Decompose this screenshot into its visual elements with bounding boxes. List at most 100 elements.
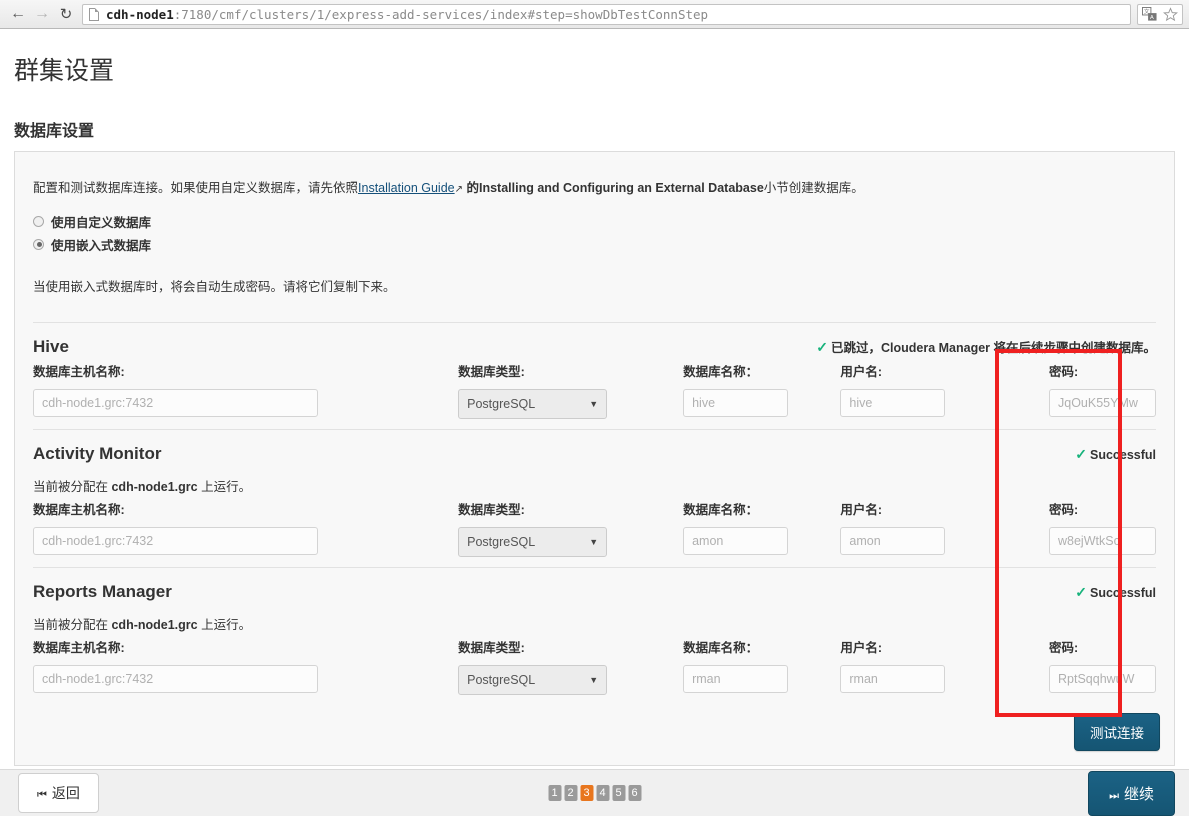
- assignment-text: 当前被分配在 cdh-node1.grc 上运行。: [33, 476, 1156, 495]
- chevron-down-icon: ▼: [589, 536, 599, 547]
- field-username: 用户名:: [840, 361, 946, 417]
- password-input[interactable]: [1049, 388, 1156, 417]
- test-connection-button[interactable]: 测试连接: [1074, 713, 1160, 751]
- step-backward-icon: ⏮: [37, 789, 47, 801]
- db-type-select[interactable]: PostgreSQL ▼: [458, 526, 608, 557]
- field-db-type-label: 数据库类型:: [458, 640, 525, 655]
- service-block-hive: Hive ✓ 已跳过，Cloudera Manager 将在后续步骤中创建数据库。…: [15, 323, 1174, 429]
- username-input[interactable]: [840, 664, 946, 693]
- host-input[interactable]: [33, 664, 318, 693]
- field-password: 密码:: [1049, 361, 1156, 417]
- intro-bold-phrase: Installing and Configuring an External D…: [479, 180, 764, 195]
- external-link-icon: ↗: [454, 183, 463, 195]
- assignment-host: cdh-node1.grc: [111, 617, 198, 632]
- username-input[interactable]: [840, 526, 946, 555]
- db-name-input[interactable]: [683, 388, 789, 417]
- pagination: 1 2 3 4 5 6: [548, 785, 641, 801]
- db-type-select[interactable]: PostgreSQL ▼: [458, 388, 608, 419]
- password-input[interactable]: [1049, 526, 1156, 555]
- url-host: cdh-node1: [106, 6, 174, 22]
- service-header: Reports Manager ✓ Successful: [33, 582, 1156, 602]
- field-username-label: 用户名:: [840, 502, 883, 517]
- service-name: Reports Manager: [33, 581, 172, 601]
- chevron-down-icon: ▼: [589, 398, 599, 409]
- assignment-prefix: 当前被分配在: [33, 479, 112, 494]
- page-4[interactable]: 4: [596, 785, 609, 801]
- step-forward-icon: ⏭: [1109, 789, 1119, 802]
- field-host-label: 数据库主机名称:: [33, 640, 125, 655]
- database-settings-panel: 配置和测试数据库连接。如果使用自定义数据库，请先依照Installation G…: [14, 151, 1175, 766]
- page-2[interactable]: 2: [564, 785, 577, 801]
- browser-toolbar: ← → ↻ cdh-node1:7180/cmf/clusters/1/expr…: [0, 0, 1189, 29]
- host-input[interactable]: [33, 526, 318, 555]
- check-icon: ✓: [1075, 583, 1087, 600]
- page-document-icon: [89, 7, 99, 21]
- field-db-name: 数据库名称：: [683, 361, 789, 417]
- field-db-type: 数据库类型: PostgreSQL ▼: [458, 637, 608, 695]
- radio-dot-icon: [33, 215, 44, 227]
- field-db-name-label: 数据库名称：: [683, 502, 759, 517]
- db-name-input[interactable]: [683, 664, 789, 693]
- db-name-input[interactable]: [683, 526, 789, 555]
- page-6[interactable]: 6: [628, 785, 641, 801]
- service-block-reports-manager: Reports Manager ✓ Successful 当前被分配在 cdh-n…: [15, 568, 1174, 705]
- back-button[interactable]: ⏮ 返回: [18, 773, 99, 813]
- password-input[interactable]: [1049, 664, 1156, 693]
- field-username: 用户名:: [840, 499, 946, 555]
- back-icon[interactable]: ←: [6, 2, 30, 26]
- reload-icon[interactable]: ↻: [54, 2, 78, 26]
- page-3-active[interactable]: 3: [580, 785, 593, 801]
- field-username-label: 用户名:: [840, 640, 883, 655]
- service-name: Hive: [33, 336, 69, 356]
- field-password-label: 密码:: [1049, 640, 1079, 655]
- page-1[interactable]: 1: [548, 785, 561, 801]
- radio-custom-database[interactable]: 使用自定义数据库: [15, 210, 1174, 233]
- radio-dot-selected-icon: [33, 238, 44, 250]
- svg-text:A: A: [1150, 15, 1154, 21]
- field-host-label: 数据库主机名称:: [33, 502, 125, 517]
- star-icon[interactable]: [1162, 6, 1179, 23]
- service-fields: 数据库主机名称: 数据库类型: PostgreSQL ▼ 数据库名称：: [33, 361, 1156, 419]
- assignment-text: 当前被分配在 cdh-node1.grc 上运行。: [33, 614, 1156, 633]
- chevron-down-icon: ▼: [589, 674, 599, 685]
- field-host: 数据库主机名称:: [33, 637, 318, 693]
- host-input[interactable]: [33, 388, 318, 417]
- field-password: 密码:: [1049, 637, 1156, 693]
- db-type-select[interactable]: PostgreSQL ▼: [458, 664, 608, 695]
- page-5[interactable]: 5: [612, 785, 625, 801]
- db-type-value: PostgreSQL: [467, 396, 536, 411]
- field-password-label: 密码:: [1049, 502, 1079, 517]
- field-db-type: 数据库类型: PostgreSQL ▼: [458, 361, 608, 419]
- test-connection-wrap: 测试连接: [1074, 713, 1160, 751]
- field-username: 用户名:: [840, 637, 946, 693]
- intro-text: 配置和测试数据库连接。如果使用自定义数据库，请先依照Installation G…: [15, 165, 1174, 198]
- assignment-suffix: 上运行。: [197, 617, 252, 632]
- intro-before-link: 配置和测试数据库连接。如果使用自定义数据库，请先依照: [33, 180, 359, 195]
- radio-embedded-database[interactable]: 使用嵌入式数据库: [15, 233, 1174, 256]
- service-status-text: Successful: [1089, 447, 1156, 462]
- field-db-name-label: 数据库名称：: [683, 364, 759, 379]
- service-fields: 数据库主机名称: 数据库类型: PostgreSQL ▼ 数据库名称：: [33, 499, 1156, 557]
- forward-icon[interactable]: →: [30, 2, 54, 26]
- field-db-type: 数据库类型: PostgreSQL ▼: [458, 499, 608, 557]
- field-username-label: 用户名:: [840, 364, 883, 379]
- page-title: 群集设置: [14, 57, 115, 85]
- assignment-prefix: 当前被分配在: [33, 617, 112, 632]
- field-db-name-label: 数据库名称：: [683, 640, 759, 655]
- field-password: 密码:: [1049, 499, 1156, 555]
- field-db-type-label: 数据库类型:: [458, 364, 525, 379]
- field-host-label: 数据库主机名称:: [33, 364, 125, 379]
- check-icon: ✓: [816, 338, 828, 355]
- service-header: Hive ✓ 已跳过，Cloudera Manager 将在后续步骤中创建数据库。: [33, 337, 1156, 357]
- address-bar[interactable]: cdh-node1:7180/cmf/clusters/1/express-ad…: [82, 3, 1131, 25]
- installation-guide-link[interactable]: Installation Guide: [358, 181, 455, 195]
- continue-button[interactable]: ⏭ 继续: [1088, 770, 1175, 816]
- translate-icon[interactable]: 文 A: [1141, 6, 1158, 23]
- service-header: Activity Monitor ✓ Successful: [33, 444, 1156, 464]
- username-input[interactable]: [840, 388, 946, 417]
- db-type-value: PostgreSQL: [467, 534, 536, 549]
- browser-actions: 文 A: [1137, 3, 1183, 25]
- url-path: :7180/cmf/clusters/1/express-add-service…: [173, 6, 709, 22]
- service-status: ✓ Successful: [1075, 584, 1156, 601]
- service-status: ✓ 已跳过，Cloudera Manager 将在后续步骤中创建数据库。: [816, 337, 1156, 356]
